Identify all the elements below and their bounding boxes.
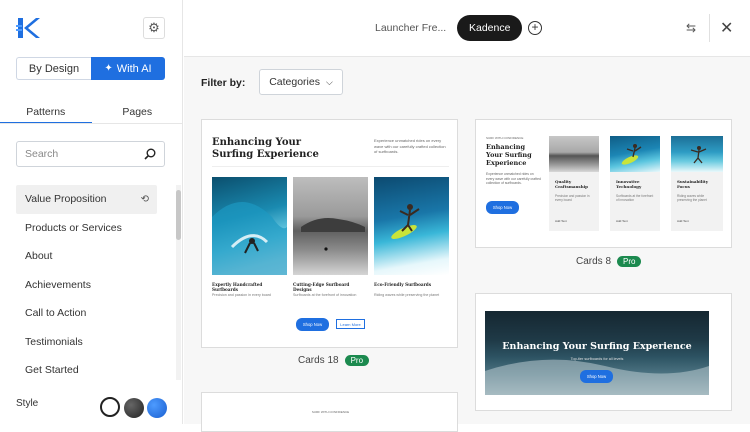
pattern-card-cards8[interactable]: SURF WITH CONFIDENCE Enhancing Your Surf… (475, 119, 732, 248)
with-ai-label: With AI (116, 62, 152, 75)
tab-pages[interactable]: Pages (92, 100, 184, 124)
feature-image-3 (671, 136, 723, 172)
by-design-button[interactable]: By Design (16, 57, 91, 80)
hero-sub: Top-tier surfboards for all levels (570, 357, 624, 361)
style-swatch-blue[interactable] (147, 398, 167, 418)
shop-now-button[interactable]: Shop Now (296, 318, 329, 331)
pattern-card-hero[interactable]: Enhancing Your Surfing Experience Top-ti… (475, 293, 732, 411)
settings-gear-icon[interactable]: ⚙ (143, 17, 165, 39)
breadcrumb[interactable]: Launcher Fre... (375, 22, 446, 34)
search-placeholder: Search (25, 148, 59, 160)
topbar-divider (709, 14, 710, 42)
surf-image-1 (212, 177, 287, 275)
feature-sub: Precision and passion in every board (555, 194, 590, 202)
kadence-pill-button[interactable]: Kadence (457, 15, 523, 41)
add-circle-icon[interactable]: + (528, 21, 542, 35)
category-item-call-to-action[interactable]: Call to Action (16, 299, 176, 328)
pattern-name: Cards 18 (298, 355, 339, 366)
sidebar-tabs: Patterns Pages (0, 100, 183, 124)
card-item-sub-1: Precision and passion in every board (212, 293, 271, 297)
search-icon[interactable] (144, 148, 156, 160)
feature-sub: Surfboards at the forefront of innovatio… (616, 194, 654, 202)
style-row: Style (16, 398, 168, 409)
pattern-name: Cards 8 (576, 256, 612, 267)
category-item-value-proposition[interactable]: Value Proposition ⟲ (16, 185, 157, 214)
with-ai-button[interactable]: ✦ With AI (91, 57, 165, 80)
category-label: Testimonials (25, 335, 83, 348)
feature-sub: Riding waves while preserving the planet (677, 194, 707, 202)
card-kicker: SURF WITH CONFIDENCE (486, 136, 524, 140)
category-label: Call to Action (25, 307, 87, 320)
learn-more-button[interactable]: Learn More (336, 319, 365, 329)
refresh-icon[interactable]: ⟲ (141, 194, 149, 205)
pro-badge: Pro (344, 355, 370, 366)
feature-link[interactable]: Add Text (616, 219, 628, 223)
category-item-achievements[interactable]: Achievements (16, 271, 176, 300)
cards8-label-row: Cards 8 Pro (576, 256, 642, 267)
mode-toggle: By Design ✦ With AI (16, 57, 165, 80)
sidebar-scrollbar-thumb[interactable] (176, 190, 181, 240)
sidebar: ⚙ By Design ✦ With AI Patterns Pages Sea… (0, 0, 183, 424)
tab-patterns[interactable]: Patterns (0, 100, 92, 124)
feature-image-1 (549, 136, 599, 172)
feature-image-2 (610, 136, 660, 172)
category-item-testimonials[interactable]: Testimonials (16, 328, 176, 357)
card-item-title-2: Cutting-Edge Surfboard Designs (293, 282, 350, 292)
filter-label: Filter by: (201, 77, 246, 89)
card-item-sub-3: Riding waves while preserving the planet (374, 293, 440, 297)
pattern-card-bottom[interactable]: SURF WITH CONFIDENCE (201, 392, 458, 432)
surf-image-3 (374, 177, 449, 275)
card-item-title-3: Eco-Friendly Surfboards (374, 282, 432, 287)
card-body: Experience unmatched rides on every wave… (486, 172, 541, 186)
style-label: Style (16, 398, 39, 409)
surf-image-2 (293, 177, 368, 275)
search-input[interactable]: Search (16, 141, 165, 167)
shop-now-button[interactable]: Shop Now (486, 201, 519, 214)
category-label: About (25, 250, 53, 263)
card-side-text: Experience unmatched rides on every wave… (374, 138, 446, 154)
feature-card-1: Quality Craftsmanship Precision and pass… (549, 136, 599, 231)
category-label: Value Proposition (25, 193, 107, 206)
sparkle-icon: ✦ (104, 63, 113, 74)
category-list: Value Proposition ⟲ Products or Services… (16, 185, 176, 385)
category-label: Achievements (25, 278, 91, 291)
card-heading: Enhancing Your Surfing Experience (486, 143, 532, 167)
main-panel: Launcher Fre... Kadence + ⇆ ✕ Filter by:… (184, 0, 750, 432)
kadence-logo-icon[interactable] (16, 17, 40, 39)
feature-card-3: Sustainability Focus Riding waves while … (671, 136, 723, 231)
card-kicker: SURF WITH CONFIDENCE (311, 410, 350, 414)
card-item-sub-2: Surfboards at the forefront of innovatio… (293, 293, 357, 297)
category-item-get-started[interactable]: Get Started (16, 356, 176, 385)
hero-shop-now-button[interactable]: Shop Now (580, 370, 613, 383)
close-icon[interactable]: ✕ (720, 18, 733, 38)
feature-title: Sustainability Focus (677, 179, 709, 189)
category-label: Get Started (25, 364, 79, 377)
top-bar: Launcher Fre... Kadence + ⇆ ✕ (184, 0, 750, 57)
feature-link[interactable]: Add Text (555, 219, 567, 223)
feature-title: Innovative Technology (616, 179, 642, 189)
card-heading: Enhancing Your Surfing Experience (212, 137, 319, 160)
card-divider (212, 166, 449, 167)
category-label: Products or Services (25, 221, 122, 234)
category-item-about[interactable]: About (16, 242, 176, 271)
hero-heading: Enhancing Your Surfing Experience (502, 341, 692, 352)
pattern-card-cards18[interactable]: Enhancing Your Surfing Experience Experi… (201, 119, 458, 348)
feature-card-2: Innovative Technology Surfboards at the … (610, 136, 660, 231)
sync-icon[interactable]: ⇆ (686, 21, 696, 35)
category-item-products-or-services[interactable]: Products or Services (16, 214, 176, 243)
cards18-label-row: Cards 18 Pro (298, 355, 370, 366)
categories-dropdown[interactable]: Categories ⌵ (259, 69, 343, 95)
feature-title: Quality Craftsmanship (555, 179, 588, 189)
card-item-title-1: Expertly Handcrafted Surfboards (212, 282, 263, 292)
feature-link[interactable]: Add Text (677, 219, 689, 223)
pro-badge: Pro (617, 256, 642, 267)
tabs-divider (0, 123, 183, 124)
style-swatch-light[interactable] (100, 397, 120, 417)
style-swatch-dark[interactable] (124, 398, 144, 418)
dropdown-value: Categories (269, 76, 320, 88)
chevron-down-icon: ⌵ (325, 76, 333, 87)
